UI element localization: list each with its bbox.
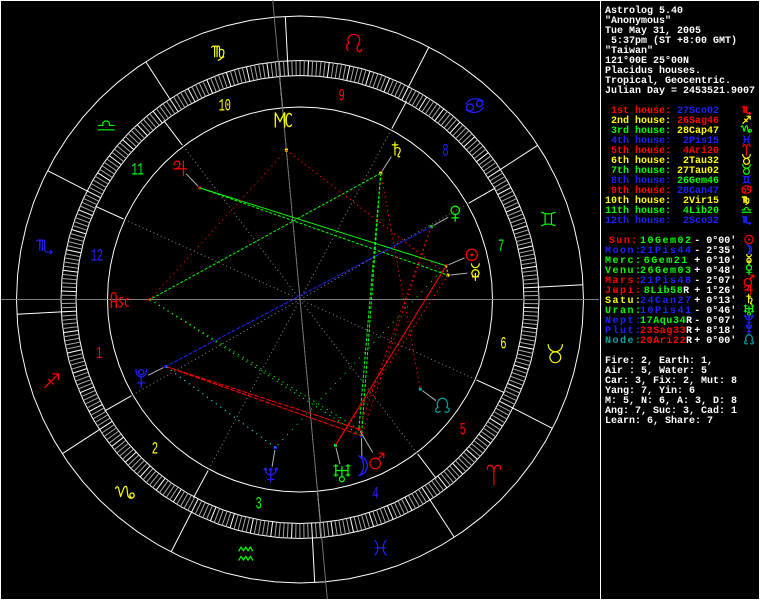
svg-text:10: 10 <box>219 97 231 116</box>
svg-text:+ 0°00': + 0°00' <box>694 335 736 347</box>
svg-text:R: R <box>686 336 692 347</box>
svg-text:11: 11 <box>131 161 143 180</box>
svg-text:Julian Day = 2453521.9007: Julian Day = 2453521.9007 <box>605 85 755 97</box>
svg-text:2Sco32: 2Sco32 <box>677 216 719 227</box>
svg-text:7: 7 <box>498 238 504 257</box>
svg-text:12: 12 <box>91 247 103 266</box>
svg-text:Node:: Node: <box>605 335 643 347</box>
svg-text:3: 3 <box>255 495 261 514</box>
svg-text:9: 9 <box>338 87 344 106</box>
svg-text:Learn: 6, Share: 7: Learn: 6, Share: 7 <box>605 415 713 427</box>
svg-text:8: 8 <box>442 142 448 161</box>
svg-text:1: 1 <box>96 345 102 364</box>
svg-text:12th house:: 12th house: <box>605 215 671 227</box>
svg-text:4: 4 <box>372 485 378 504</box>
svg-text:2: 2 <box>152 440 158 459</box>
svg-text:20Ari22: 20Ari22 <box>640 335 686 347</box>
svg-text:6: 6 <box>500 335 506 354</box>
svg-text:5: 5 <box>460 421 466 440</box>
